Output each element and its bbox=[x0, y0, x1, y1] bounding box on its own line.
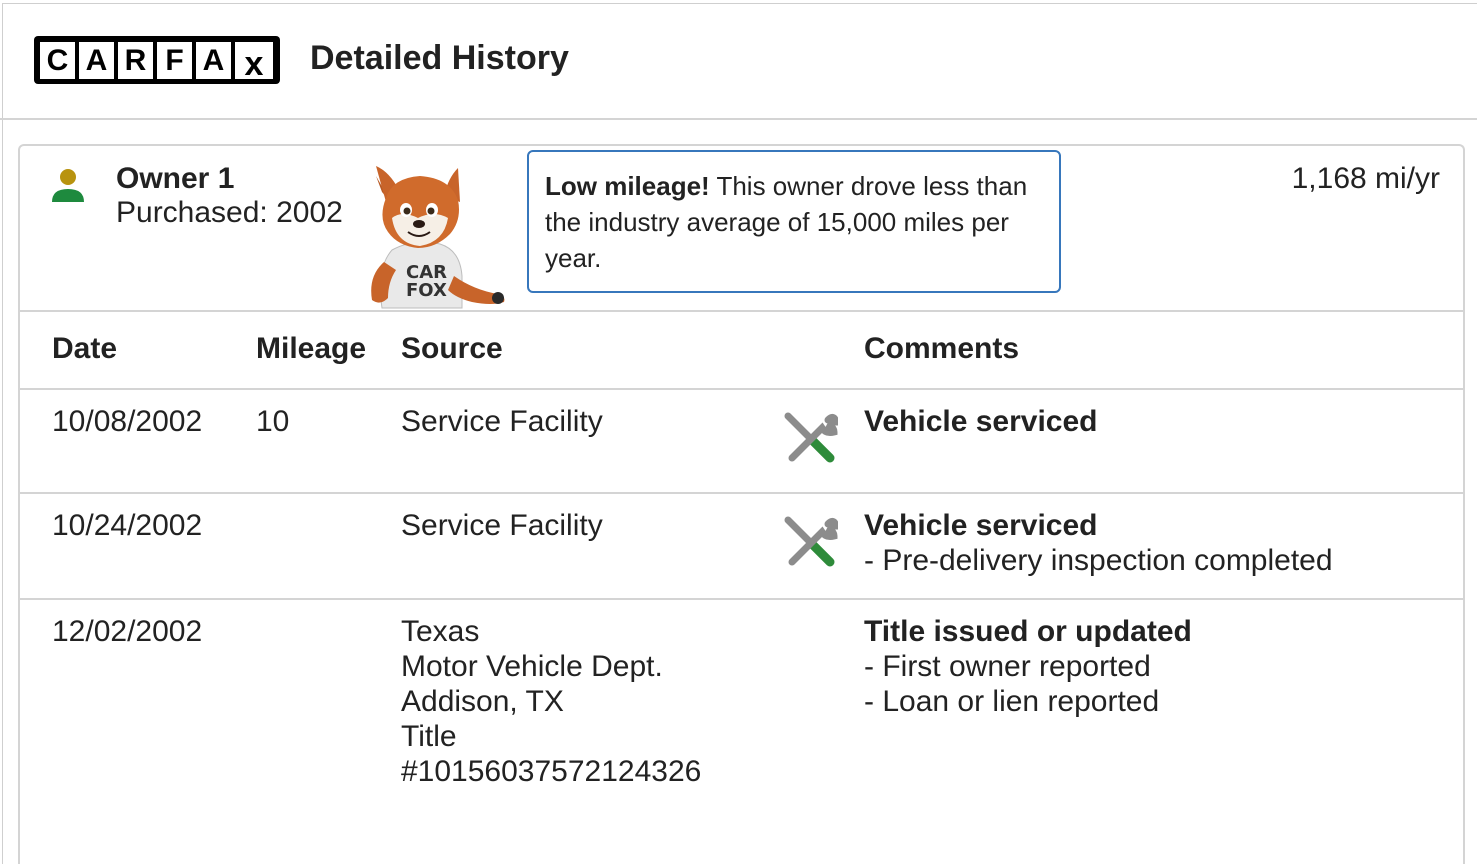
source-line: #10156037572124326 bbox=[401, 755, 702, 788]
header: C A R F A x Detailed History bbox=[0, 0, 1477, 120]
person-icon bbox=[52, 169, 84, 202]
row-comments: Vehicle serviced - Pre-delivery inspecti… bbox=[864, 508, 1333, 578]
comment-item: - Pre-delivery inspection completed bbox=[864, 544, 1333, 577]
row-date: 10/08/2002 bbox=[52, 405, 203, 438]
row-comments: Title issued or updated - First owner re… bbox=[864, 614, 1192, 719]
row-date: 12/02/2002 bbox=[52, 615, 203, 648]
owner-name: Owner 1 bbox=[116, 162, 235, 195]
comment-title: Vehicle serviced bbox=[864, 405, 1098, 438]
comment-item: - First owner reported bbox=[864, 650, 1151, 683]
carfax-logo[interactable]: C A R F A x bbox=[34, 36, 280, 84]
carfox-mascot-icon: CAR FOX bbox=[371, 166, 505, 309]
row-comments: Vehicle serviced bbox=[864, 404, 1098, 439]
row-source: Texas Motor Vehicle Dept. Addison, TX Ti… bbox=[401, 614, 701, 789]
row-date: 10/24/2002 bbox=[52, 509, 203, 542]
column-header-comments: Comments bbox=[864, 332, 1020, 365]
row-source: Service Facility bbox=[401, 404, 603, 439]
source-line: Motor Vehicle Dept. bbox=[401, 650, 663, 683]
table-header: Date Mileage Source Comments bbox=[18, 310, 1465, 390]
service-wrench-icon bbox=[784, 412, 838, 463]
source-line: Title bbox=[401, 720, 457, 753]
source-line: Texas bbox=[401, 615, 480, 648]
row-mileage: 10 bbox=[256, 405, 290, 438]
source-line: Addison, TX bbox=[401, 685, 564, 718]
comment-item: - Loan or lien reported bbox=[864, 685, 1160, 718]
comment-title: Vehicle serviced bbox=[864, 509, 1098, 542]
callout-highlight: Low mileage! bbox=[545, 171, 710, 201]
page-title: Detailed History bbox=[310, 39, 569, 77]
column-header-mileage: Mileage bbox=[256, 332, 367, 365]
logo-letter: A bbox=[196, 42, 231, 79]
logo-letter: R bbox=[118, 42, 153, 79]
svg-text:FOX: FOX bbox=[406, 280, 447, 301]
table-row: 12/02/2002 Texas Motor Vehicle Dept. Add… bbox=[18, 600, 1465, 810]
logo-letter: F bbox=[157, 42, 192, 79]
logo-letter: x bbox=[235, 42, 273, 83]
column-header-date: Date bbox=[52, 332, 118, 365]
source-line: Service Facility bbox=[401, 405, 603, 438]
history-table: Date Mileage Source Comments 10/08/2002 … bbox=[18, 310, 1465, 810]
mileage-per-year: 1,168 mi/yr bbox=[1291, 162, 1440, 195]
service-wrench-icon bbox=[784, 516, 838, 567]
source-line: Service Facility bbox=[401, 509, 603, 542]
table-row: 10/24/2002 Service Facility Vehicle serv… bbox=[18, 494, 1465, 600]
row-source: Service Facility bbox=[401, 508, 603, 543]
logo-letter: A bbox=[79, 42, 114, 79]
owner-purchased: Purchased: 2002 bbox=[116, 196, 343, 229]
comment-title: Title issued or updated bbox=[864, 615, 1192, 648]
table-row: 10/08/2002 10 Service Facility Vehicle s… bbox=[18, 390, 1465, 494]
column-header-source: Source bbox=[401, 332, 503, 365]
low-mileage-callout: Low mileage! This owner drove less than … bbox=[527, 150, 1061, 293]
logo-letter: C bbox=[40, 42, 75, 79]
